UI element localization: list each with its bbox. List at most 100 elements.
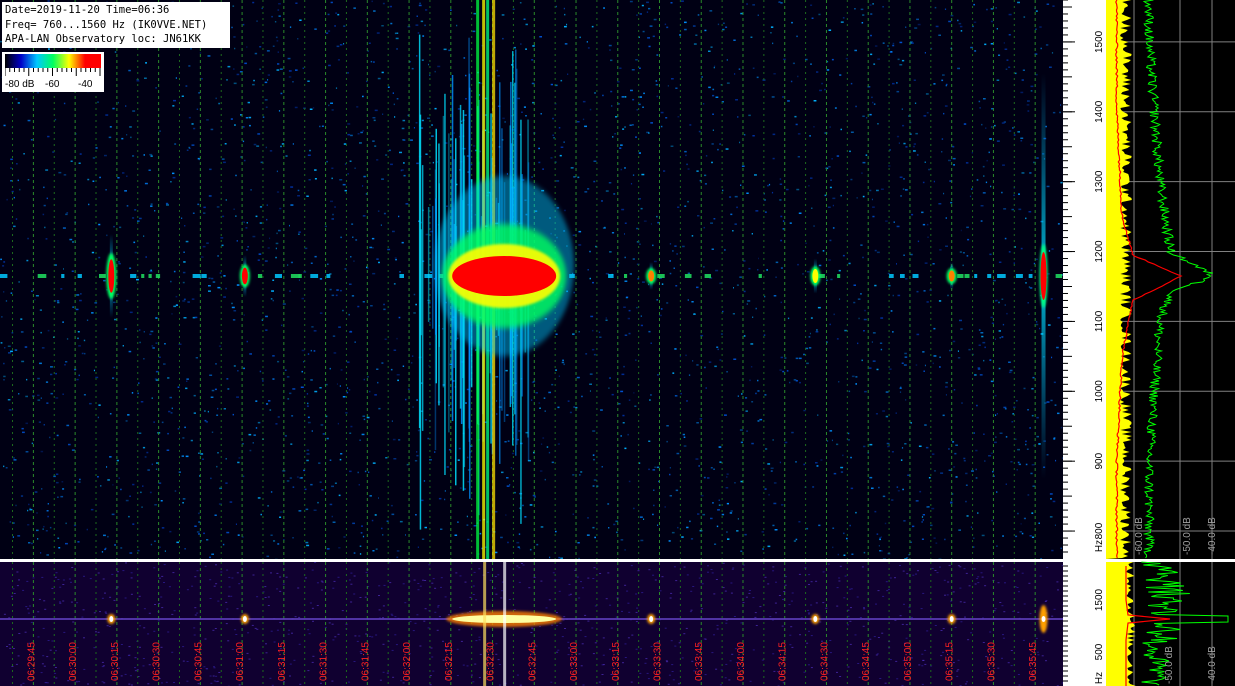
noise-speckle xyxy=(1027,302,1029,304)
frequency-tick-label: 1000 xyxy=(1094,380,1105,403)
noise-speckle xyxy=(704,29,707,32)
mini-noise-speckle xyxy=(672,679,675,681)
noise-speckle xyxy=(17,102,20,104)
noise-speckle xyxy=(864,309,866,312)
noise-speckle xyxy=(519,547,521,550)
noise-speckle xyxy=(952,340,956,343)
noise-speckle xyxy=(1051,248,1054,250)
mini-noise-speckle xyxy=(790,626,793,628)
mini-noise-speckle xyxy=(981,576,984,578)
noise-speckle xyxy=(532,494,536,497)
noise-speckle xyxy=(855,376,858,378)
mini-noise-speckle xyxy=(99,611,101,613)
noise-speckle xyxy=(347,123,351,125)
noise-speckle xyxy=(1004,304,1006,306)
mini-echo-core xyxy=(242,616,247,622)
noise-speckle xyxy=(924,364,926,367)
noise-speckle xyxy=(40,331,42,334)
noise-speckle xyxy=(1030,85,1034,88)
noise-speckle xyxy=(223,296,226,298)
noise-speckle xyxy=(15,218,18,220)
noise-speckle xyxy=(210,128,214,131)
noise-speckle xyxy=(713,468,715,470)
mini-noise-speckle xyxy=(171,613,174,615)
time-tick-label: 06:35:00 xyxy=(903,642,914,681)
mini-noise-speckle xyxy=(125,562,127,564)
noise-speckle xyxy=(770,467,774,469)
noise-speckle xyxy=(194,316,198,319)
noise-speckle xyxy=(905,278,908,280)
noise-speckle xyxy=(97,416,99,419)
noise-speckle xyxy=(1052,111,1056,114)
noise-speckle xyxy=(188,65,191,67)
noise-speckle xyxy=(1054,524,1056,526)
noise-speckle xyxy=(351,223,354,225)
noise-speckle xyxy=(593,353,596,356)
noise-speckle xyxy=(708,50,711,52)
noise-speckle xyxy=(202,245,206,248)
noise-speckle xyxy=(637,278,640,280)
noise-speckle xyxy=(345,412,348,414)
mini-noise-speckle xyxy=(774,602,777,604)
noise-speckle xyxy=(885,220,888,222)
echo-streak xyxy=(432,205,434,329)
noise-speckle xyxy=(828,29,832,31)
noise-speckle xyxy=(401,127,405,130)
noise-speckle xyxy=(865,154,868,156)
mini-noise-speckle xyxy=(947,581,950,583)
noise-speckle xyxy=(62,488,65,490)
noise-speckle xyxy=(881,550,883,552)
noise-speckle xyxy=(592,485,595,487)
noise-speckle xyxy=(816,71,819,73)
noise-speckle xyxy=(636,14,638,16)
noise-speckle xyxy=(813,100,817,102)
noise-speckle xyxy=(125,420,128,422)
noise-speckle xyxy=(842,454,844,457)
noise-speckle xyxy=(382,534,384,536)
mini-noise-speckle xyxy=(276,588,279,590)
mini-noise-speckle xyxy=(568,594,571,596)
noise-speckle xyxy=(795,538,798,541)
time-tick-label: 06:31:45 xyxy=(360,642,371,681)
mini-noise-speckle xyxy=(193,634,196,636)
noise-speckle xyxy=(942,74,945,76)
noise-speckle xyxy=(945,217,947,219)
mini-noise-speckle xyxy=(437,605,440,607)
noise-speckle xyxy=(278,3,281,5)
noise-speckle xyxy=(990,452,993,454)
noise-speckle xyxy=(522,504,524,507)
noise-speckle xyxy=(139,217,142,220)
noise-speckle xyxy=(416,55,418,57)
noise-speckle xyxy=(572,333,575,335)
noise-speckle xyxy=(815,331,819,333)
noise-speckle xyxy=(1004,237,1007,240)
mini-noise-speckle xyxy=(807,609,810,611)
time-tick-label: 06:31:30 xyxy=(319,642,330,681)
noise-speckle xyxy=(398,316,401,319)
noise-speckle xyxy=(132,217,135,219)
mini-noise-speckle xyxy=(940,630,943,631)
noise-speckle xyxy=(279,511,283,513)
mini-noise-speckle xyxy=(22,682,25,684)
noise-speckle xyxy=(689,520,691,523)
noise-speckle xyxy=(49,526,52,529)
noise-speckle xyxy=(457,337,459,340)
noise-speckle xyxy=(714,365,717,368)
carrier-segment xyxy=(1015,274,1023,278)
noise-speckle xyxy=(880,536,882,538)
mini-noise-speckle xyxy=(478,568,481,570)
noise-speckle xyxy=(544,478,546,481)
mini-noise-speckle xyxy=(551,624,554,626)
noise-speckle xyxy=(308,179,311,181)
carrier-segment xyxy=(608,274,614,278)
noise-speckle xyxy=(305,541,309,544)
noise-speckle xyxy=(990,126,993,128)
noise-speckle xyxy=(567,400,570,402)
noise-speckle xyxy=(407,388,410,390)
noise-speckle xyxy=(434,70,436,73)
noise-speckle xyxy=(233,82,237,85)
noise-speckle xyxy=(150,543,153,546)
mini-noise-speckle xyxy=(142,665,145,667)
mini-noise-speckle xyxy=(659,590,662,592)
noise-speckle xyxy=(973,537,975,539)
